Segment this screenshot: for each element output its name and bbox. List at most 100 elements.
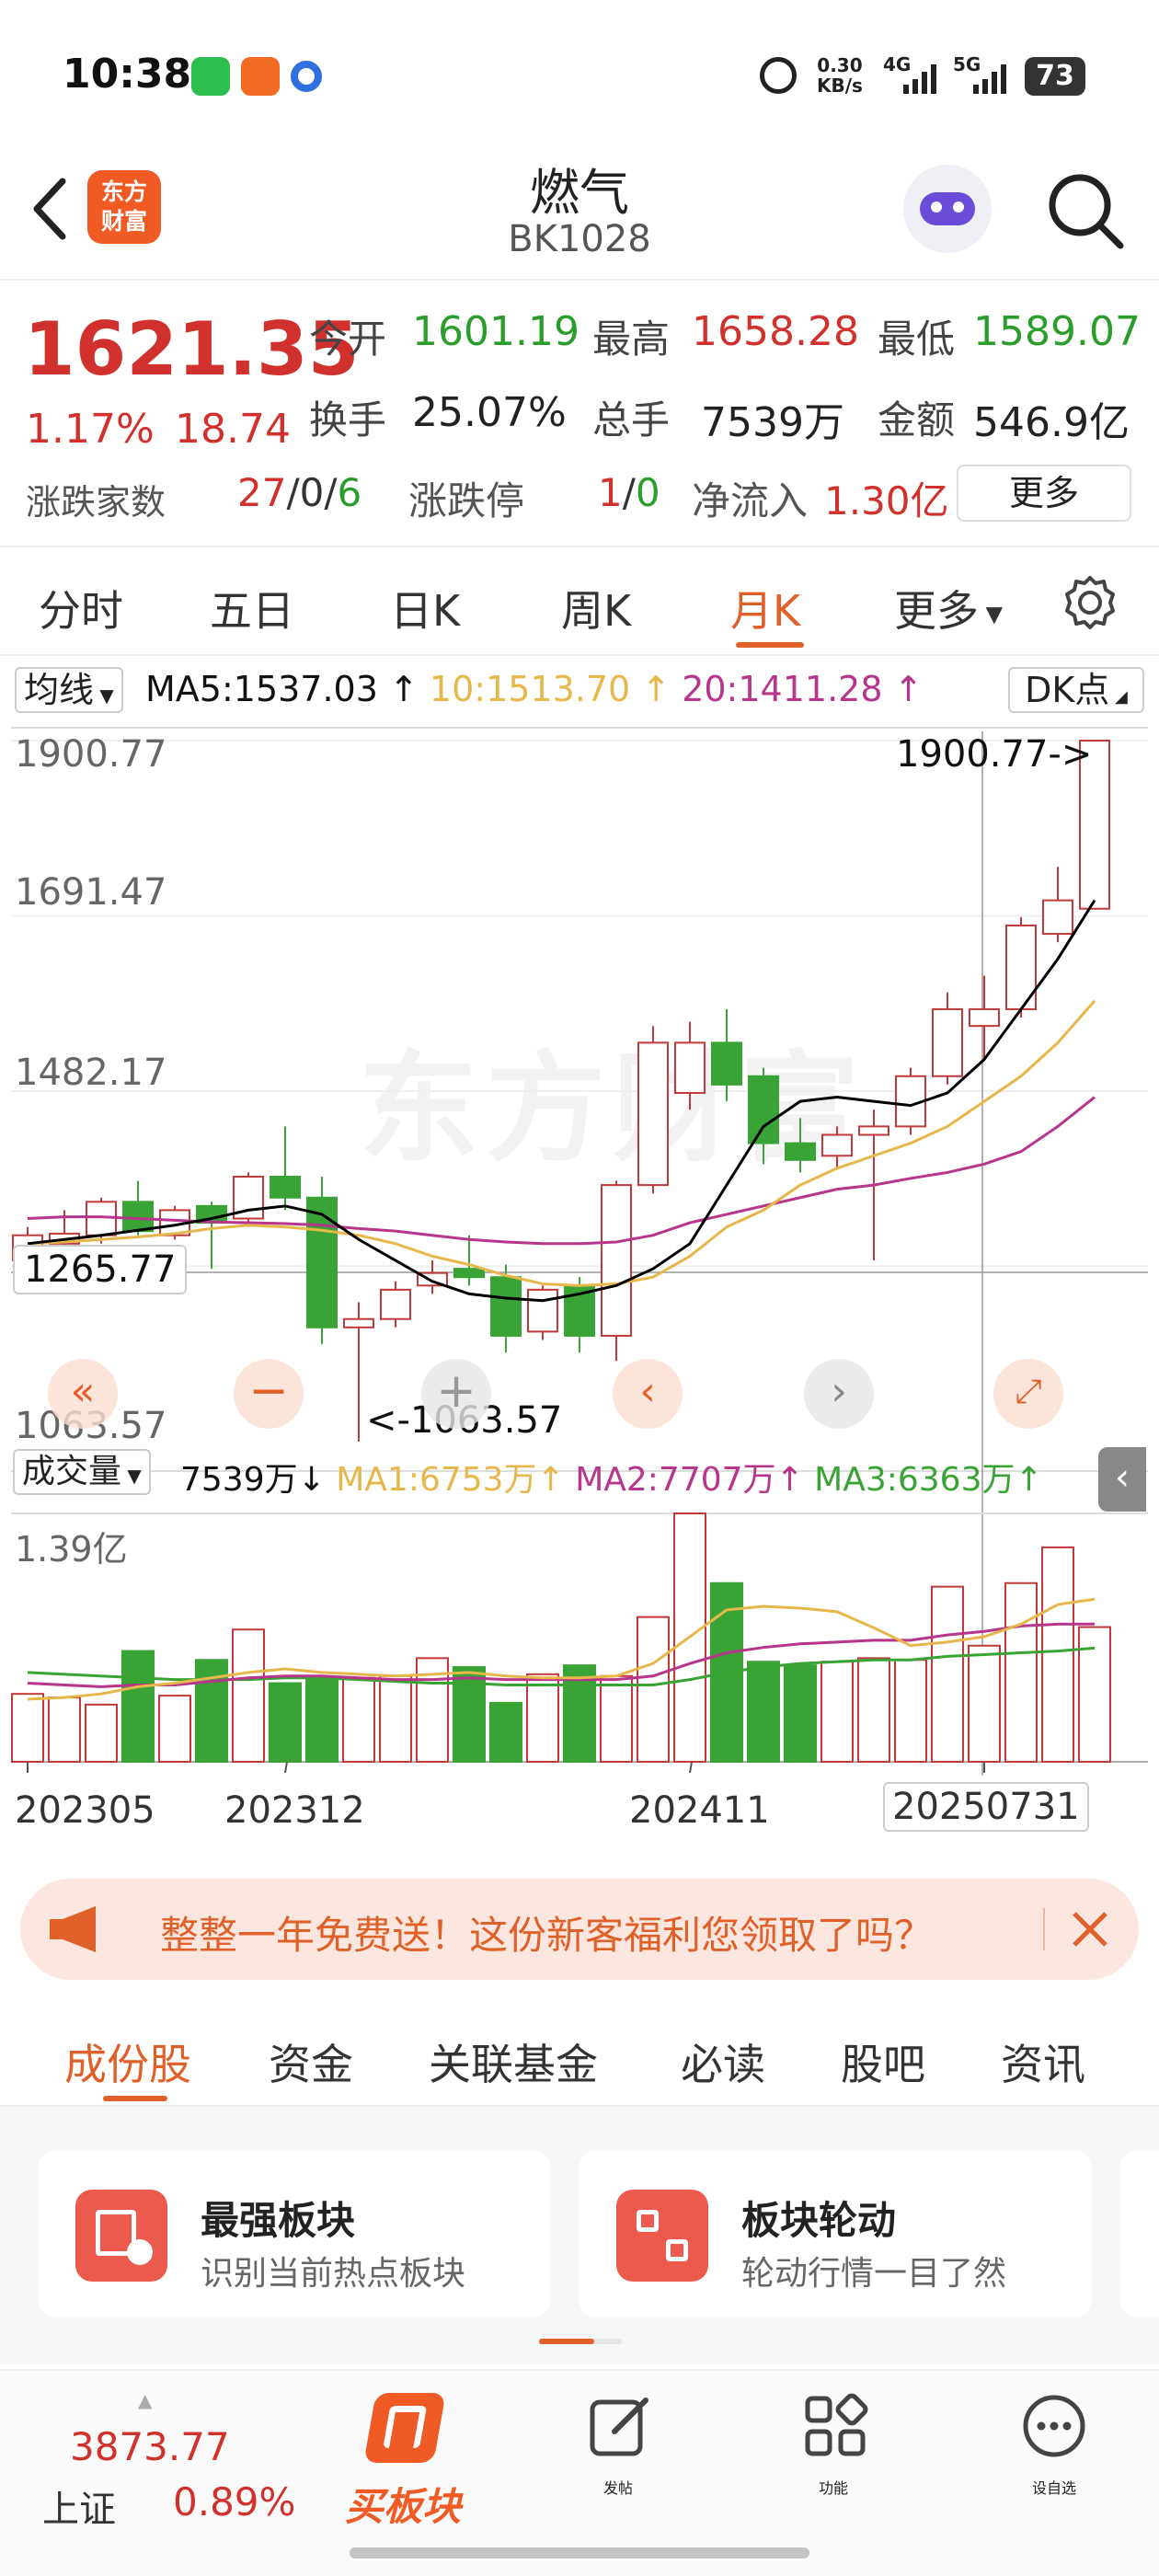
low-label: 最低 xyxy=(878,316,956,362)
grid-apps-icon xyxy=(805,2393,868,2456)
candle-up xyxy=(858,1125,889,1136)
functions-button[interactable]: 功能 xyxy=(778,2384,889,2549)
collapse-tab[interactable]: ‹ xyxy=(1098,1447,1146,1512)
eastmoney-logo: 东方 财富 xyxy=(87,170,161,244)
volume-bar xyxy=(11,1693,44,1763)
status-time: 10:38 xyxy=(63,51,192,98)
index-widget[interactable]: ▲ 3873.77 上证 0.89% xyxy=(37,2389,313,2531)
sector-code: BK1028 xyxy=(508,218,651,260)
tab-must-read[interactable]: 必读 xyxy=(681,2031,765,2092)
zoom-out-button[interactable]: − xyxy=(234,1359,304,1429)
content-tabs: 成份股 资金 关联基金 必读 股吧 资讯 xyxy=(0,1996,1159,2107)
volume-bar xyxy=(784,1664,817,1763)
candle-down xyxy=(748,1075,779,1144)
crosshair-price-tag: 1265.77 xyxy=(13,1245,188,1294)
tab-news[interactable]: 资讯 xyxy=(1001,2031,1085,2092)
tab-forum[interactable]: 股吧 xyxy=(841,2031,925,2092)
card-peek-next[interactable] xyxy=(1120,2151,1159,2317)
more-button[interactable]: 更多 xyxy=(957,465,1131,522)
tab-constituents[interactable]: 成份股 xyxy=(64,2031,191,2092)
candle-up xyxy=(1042,899,1073,936)
browser-app-icon xyxy=(291,61,322,92)
scroll-left-button[interactable]: ‹ xyxy=(613,1359,683,1429)
limit-up: 1 xyxy=(598,470,623,515)
robot-assistant-icon[interactable] xyxy=(903,165,992,253)
rewind-button[interactable]: « xyxy=(48,1359,118,1429)
breadth-down: 6 xyxy=(337,470,362,515)
breadth-label: 涨跌家数 xyxy=(26,482,166,523)
volume-bar xyxy=(379,1674,412,1763)
home-indicator xyxy=(350,2547,809,2559)
sector-rotation-icon xyxy=(616,2190,708,2282)
feature-cards: 最强板块 识别当前热点板块 板块轮动 轮动行情一目了然 xyxy=(0,2107,1159,2364)
tab-monthly-k[interactable]: 月K xyxy=(730,578,800,638)
tab-funds-flow[interactable]: 资金 xyxy=(269,2031,353,2092)
alarm-icon xyxy=(760,57,797,94)
x-label-crosshair: 20250731 xyxy=(883,1782,1089,1832)
ma5-line xyxy=(27,899,1096,1303)
back-arrow-icon[interactable] xyxy=(26,172,72,246)
x-tick xyxy=(689,1761,693,1774)
index-value: 3873.77 xyxy=(70,2424,230,2469)
volume-bar xyxy=(1004,1581,1038,1763)
volume-bar xyxy=(305,1676,339,1764)
tab-five-day[interactable]: 五日 xyxy=(210,578,294,638)
tab-active-underline xyxy=(736,642,804,648)
volume-selector-label: 成交量 xyxy=(22,1453,122,1490)
signal-icon-2 xyxy=(973,64,1006,94)
net-speed: 0.30 KB/s xyxy=(817,55,863,96)
tab-daily-k[interactable]: 日K xyxy=(390,578,460,638)
candle-down xyxy=(306,1196,338,1328)
fullscreen-button[interactable]: ⤢ xyxy=(993,1359,1063,1429)
add-watchlist-button[interactable]: 设自选 xyxy=(981,2384,1128,2549)
volume-bar xyxy=(968,1644,1001,1763)
post-button[interactable]: 发帖 xyxy=(563,2384,673,2549)
volume-bar xyxy=(48,1696,81,1763)
tab-more[interactable]: 更多 ▼ xyxy=(894,578,1003,638)
card-strongest-sector[interactable]: 最强板块 识别当前热点板块 xyxy=(39,2151,550,2317)
candle-up xyxy=(969,1007,1000,1028)
scroll-right-button[interactable]: › xyxy=(804,1359,874,1429)
buy-sector-button[interactable]: 买板块 xyxy=(339,2384,467,2549)
volume-bar xyxy=(600,1674,633,1763)
turnover-value: 25.07% xyxy=(412,389,567,436)
functions-label: 功能 xyxy=(818,2479,848,2497)
card-sector-rotation[interactable]: 板块轮动 轮动行情一目了然 xyxy=(580,2151,1091,2317)
volume-bar xyxy=(232,1628,265,1764)
tab-intraday[interactable]: 分时 xyxy=(39,578,123,638)
tab-related-funds[interactable]: 关联基金 xyxy=(429,2031,598,2092)
amount-label: 金额 xyxy=(878,397,956,443)
search-icon[interactable] xyxy=(1045,170,1128,253)
candle-up xyxy=(674,1041,706,1094)
net-speed-unit: KB/s xyxy=(817,75,863,97)
volume-bar xyxy=(489,1701,522,1764)
candle-up xyxy=(380,1288,411,1320)
settings-gear-icon[interactable] xyxy=(1060,572,1120,633)
candle-up xyxy=(637,1041,669,1187)
volume-selector[interactable]: 成交量 ▼ xyxy=(13,1449,151,1495)
kline-chart[interactable]: 均线 ▼ MA5:1537.03 ↑ 10:1513.70 ↑ 20:1411.… xyxy=(0,658,1159,1863)
low-value: 1589.07 xyxy=(973,308,1141,355)
volume-bar xyxy=(453,1666,486,1764)
volume-bar xyxy=(342,1676,375,1764)
promo-banner[interactable]: 整整一年免费送！这份新客福利您领取了吗？ xyxy=(20,1879,1139,1980)
close-icon[interactable] xyxy=(1067,1906,1113,1952)
x-label-2: 202312 xyxy=(224,1789,365,1832)
volume-value: 7539万 xyxy=(701,399,844,446)
volume-bar xyxy=(158,1695,191,1764)
volume-bar xyxy=(85,1703,118,1763)
volume-bar xyxy=(894,1659,927,1763)
breadth-values: 27/0/6 xyxy=(237,470,362,515)
x-label-3: 202411 xyxy=(629,1789,770,1832)
page-title: 燃气 xyxy=(530,164,629,222)
tab-weekly-k[interactable]: 周K xyxy=(561,578,631,638)
edit-post-icon xyxy=(590,2398,648,2456)
promo-text: 整整一年免费送！这份新客福利您领取了吗？ xyxy=(160,1913,934,1958)
candle-up xyxy=(527,1288,558,1333)
zoom-in-button[interactable]: + xyxy=(421,1359,491,1429)
x-tick xyxy=(284,1761,288,1774)
limit-values: 1/0 xyxy=(598,470,660,515)
card-subtitle-strongest: 识别当前热点板块 xyxy=(201,2255,466,2293)
strongest-sector-icon xyxy=(75,2190,167,2282)
logo-line1: 东方 xyxy=(100,178,147,205)
